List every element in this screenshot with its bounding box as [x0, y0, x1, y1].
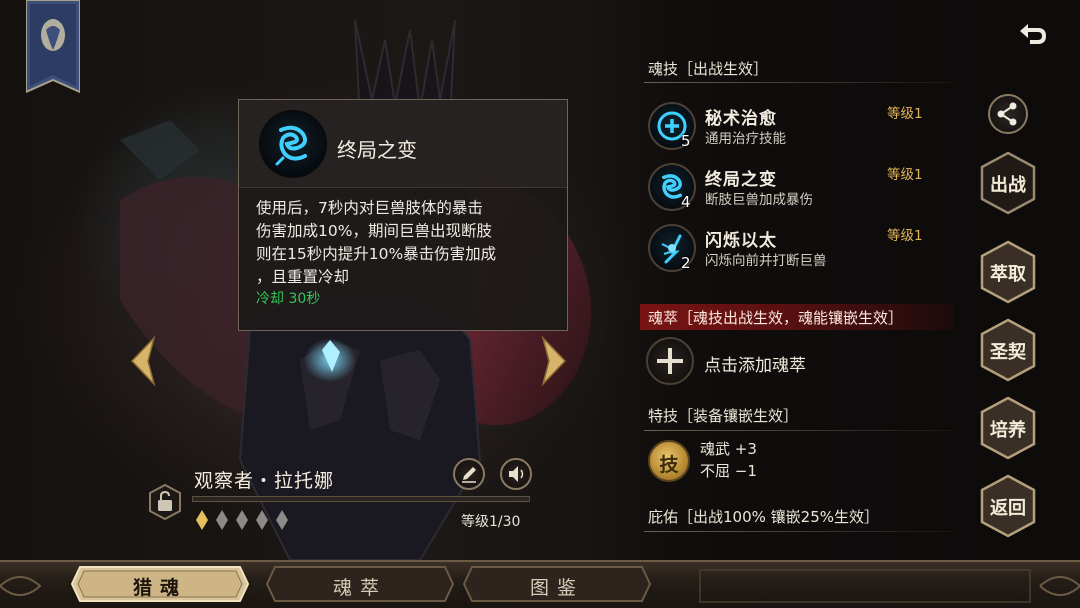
tooltip-cooldown: 冷却 30秒 — [256, 291, 321, 307]
return-arrow-icon[interactable] — [1016, 22, 1048, 50]
next-character-arrow-icon[interactable] — [539, 336, 569, 386]
soul-essence-title: 魂萃［魂技出战生效，魂能镶嵌生效］ — [648, 309, 904, 327]
back-button[interactable]: 返回 — [979, 474, 1037, 538]
back-label: 返回 — [990, 498, 1026, 519]
extract-button[interactable]: 萃取 — [979, 240, 1037, 304]
battle-label: 出战 — [990, 175, 1026, 196]
special-stat: 不屈 −1 — [700, 462, 757, 480]
skill-row[interactable]: 5 秘术治愈 通用治疗技能 等级1 — [646, 100, 946, 156]
skill-count: 4 — [681, 193, 691, 211]
skill-tooltip: 终局之变 使用后，7秒内对巨兽肢体的暴击 伤害加成10%，期间巨兽出现断肢 则在… — [238, 99, 568, 331]
star-empty-icon — [236, 510, 248, 530]
soul-essence-header: 魂萃［魂技出战生效，魂能镶嵌生效］ — [640, 304, 954, 330]
star-empty-icon — [276, 510, 288, 530]
section-divider — [644, 430, 954, 431]
skill-description: 断肢巨兽加成暴伤 — [705, 192, 813, 208]
section-divider — [644, 82, 954, 83]
battle-button[interactable]: 出战 — [979, 151, 1037, 215]
share-icon — [997, 102, 1017, 126]
covenant-button[interactable]: 圣契 — [979, 318, 1037, 382]
tab-label: 猎魂 — [132, 577, 187, 599]
skill-level: 等级1 — [887, 167, 923, 183]
guild-banner-icon[interactable] — [26, 0, 80, 98]
tooltip-desc-line: 使用后，7秒内对巨兽肢体的暴击 — [256, 199, 483, 217]
character-level: 等级1/30 — [461, 514, 521, 530]
tooltip-header: 终局之变 — [239, 100, 567, 188]
skill-description: 闪烁向前并打断巨兽 — [705, 253, 827, 269]
tab-codex[interactable]: 图鉴 — [462, 565, 652, 603]
extract-label: 萃取 — [990, 264, 1026, 285]
rename-button[interactable] — [453, 458, 485, 490]
blessing-title: 庇佑［出战100% 镶嵌25%生效］ — [648, 508, 879, 526]
add-soul-essence-button[interactable] — [646, 337, 694, 385]
section-divider — [644, 531, 954, 532]
tab-hunt-soul[interactable]: 猎魂 — [70, 565, 250, 603]
tooltip-desc-line: ，且重置冷却 — [256, 268, 350, 286]
covenant-label: 圣契 — [990, 342, 1026, 363]
skill-level: 等级1 — [887, 106, 923, 122]
tooltip-desc-line: 则在15秒内提升10%暴击伤害加成 — [256, 245, 497, 263]
train-label: 培养 — [990, 420, 1026, 441]
train-button[interactable]: 培养 — [979, 396, 1037, 460]
tooltip-desc-line: 伤害加成10%，期间巨兽出现断肢 — [256, 222, 492, 240]
skill-row[interactable]: 4 终局之变 断肢巨兽加成暴伤 等级1 — [646, 161, 946, 217]
add-soul-essence-label[interactable]: 点击添加魂萃 — [704, 351, 806, 376]
unlock-icon[interactable] — [148, 484, 182, 520]
tab-soul-essence[interactable]: 魂萃 — [265, 565, 455, 603]
skill-count: 5 — [681, 132, 691, 150]
tooltip-title: 终局之变 — [337, 138, 417, 162]
speaker-icon — [509, 466, 524, 482]
soul-skills-title: 魂技［出战生效］ — [648, 60, 769, 78]
previous-character-arrow-icon[interactable] — [128, 336, 158, 386]
pencil-icon — [462, 467, 476, 483]
skill-name: 终局之变 — [705, 170, 777, 190]
tab-label: 魂萃 — [332, 577, 387, 599]
star-filled-icon — [196, 510, 208, 530]
star-empty-icon — [216, 510, 228, 530]
star-rating — [196, 510, 288, 530]
skill-row[interactable]: 2 闪烁以太 闪烁向前并打断巨兽 等级1 — [646, 222, 946, 278]
skill-name: 秘术治愈 — [705, 109, 777, 129]
tab-label: 图鉴 — [529, 577, 584, 599]
plus-icon — [657, 348, 683, 374]
special-stat: 魂武 +3 — [700, 440, 757, 458]
star-empty-icon — [256, 510, 268, 530]
skill-name: 闪烁以太 — [705, 231, 777, 251]
skill-level: 等级1 — [887, 228, 923, 244]
tooltip-description: 使用后，7秒内对巨兽肢体的暴击 伤害加成10%，期间巨兽出现断肢 则在15秒内提… — [256, 197, 556, 289]
voice-button[interactable] — [500, 458, 532, 490]
special-title: 特技［装备镶嵌生效］ — [648, 407, 799, 425]
skill-count: 2 — [681, 254, 691, 272]
experience-bar — [192, 496, 530, 502]
special-technique-icon[interactable]: 技 — [648, 440, 690, 482]
special-icon-glyph: 技 — [659, 454, 679, 476]
skill-description: 通用治疗技能 — [705, 131, 786, 147]
share-button[interactable] — [988, 94, 1028, 134]
character-name: 观察者・拉托娜 — [194, 470, 335, 492]
swirl-rune-icon — [259, 110, 327, 178]
